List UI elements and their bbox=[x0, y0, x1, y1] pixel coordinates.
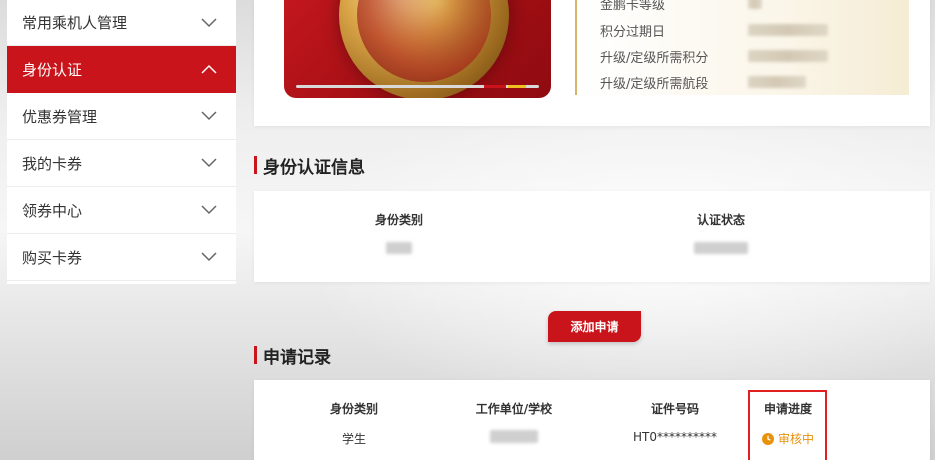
table-cell bbox=[444, 430, 584, 446]
sidebar-item-label: 领券中心 bbox=[22, 201, 83, 220]
redacted-value bbox=[694, 242, 748, 254]
records-col-type: 身份类别 学生 bbox=[284, 380, 424, 446]
table-cell: 学生 bbox=[341, 432, 366, 446]
redacted-value bbox=[490, 430, 538, 443]
membership-info-panel: 金鹏卡等级 积分过期日 升级/定级所需积分 升级/定级所需航段 bbox=[575, 0, 909, 95]
column-header: 认证状态 bbox=[696, 213, 745, 227]
records-col-id-number: 证件号码 HT0********** bbox=[605, 380, 745, 446]
sidebar-item-frequent-passengers[interactable]: 常用乘机人管理 bbox=[7, 0, 236, 46]
sidebar-item-label: 优惠券管理 bbox=[22, 107, 98, 126]
membership-card-image bbox=[284, 0, 551, 98]
card-progress-strip bbox=[296, 85, 539, 88]
identity-section-title: 身份认证信息 bbox=[254, 154, 365, 178]
sidebar-item-label: 我的卡券 bbox=[22, 154, 83, 173]
section-title-text: 身份认证信息 bbox=[263, 157, 365, 178]
sidebar-item-coupon-management[interactable]: 优惠券管理 bbox=[7, 93, 236, 140]
column-header: 证件号码 bbox=[650, 402, 699, 416]
chevron-down-icon bbox=[201, 17, 217, 28]
sidebar-item-identity-verification[interactable]: 身份认证 bbox=[7, 46, 236, 93]
column-header: 工作单位/学校 bbox=[475, 402, 553, 416]
info-label: 积分过期日 bbox=[600, 25, 666, 40]
globe-graphic bbox=[339, 0, 509, 98]
chevron-down-icon bbox=[201, 205, 217, 215]
info-label: 升级/定级所需航段 bbox=[600, 77, 709, 92]
title-accent-bar bbox=[254, 156, 257, 174]
records-col-org: 工作单位/学校 bbox=[444, 380, 584, 446]
sidebar-item-label: 购买卡券 bbox=[22, 248, 83, 267]
chevron-down-icon bbox=[201, 252, 217, 262]
table-cell: HT0********** bbox=[633, 430, 717, 444]
redacted-value bbox=[386, 242, 412, 254]
application-records-table: 身份类别 学生 工作单位/学校 证件号码 HT0********** 申请进度 … bbox=[254, 380, 930, 460]
info-value-redacted bbox=[748, 76, 806, 88]
section-title-text: 申请记录 bbox=[263, 347, 331, 368]
records-section-title: 申请记录 bbox=[254, 344, 331, 368]
progress-highlight-box bbox=[748, 390, 827, 460]
info-value-redacted bbox=[748, 0, 762, 9]
chevron-up-icon bbox=[201, 64, 217, 74]
info-value-redacted bbox=[748, 24, 828, 36]
info-label: 金鹏卡等级 bbox=[600, 0, 666, 13]
sidebar-menu: 常用乘机人管理 身份认证 优惠券管理 我的卡券 领券中心 购买卡券 bbox=[7, 0, 236, 284]
identity-type-column: 身份类别 bbox=[299, 191, 499, 258]
column-header: 身份类别 bbox=[374, 213, 423, 227]
sidebar-item-label: 身份认证 bbox=[22, 60, 83, 79]
add-application-button[interactable]: 添加申请 bbox=[548, 311, 641, 342]
column-header: 身份类别 bbox=[329, 402, 378, 416]
sidebar-item-my-coupons[interactable]: 我的卡券 bbox=[7, 140, 236, 187]
info-value-redacted bbox=[748, 50, 828, 62]
sidebar-item-label: 常用乘机人管理 bbox=[22, 14, 128, 32]
info-label: 升级/定级所需积分 bbox=[600, 51, 709, 66]
chevron-down-icon bbox=[201, 158, 217, 168]
identity-info-card: 身份类别 认证状态 bbox=[254, 191, 930, 282]
sidebar-item-coupon-center[interactable]: 领券中心 bbox=[7, 187, 236, 234]
chevron-down-icon bbox=[201, 111, 217, 121]
verification-status-column: 认证状态 bbox=[621, 191, 821, 258]
sidebar-item-buy-coupons[interactable]: 购买卡券 bbox=[7, 234, 236, 281]
membership-summary-card: 金鹏卡等级 积分过期日 升级/定级所需积分 升级/定级所需航段 bbox=[254, 0, 930, 126]
title-accent-bar bbox=[254, 346, 257, 364]
